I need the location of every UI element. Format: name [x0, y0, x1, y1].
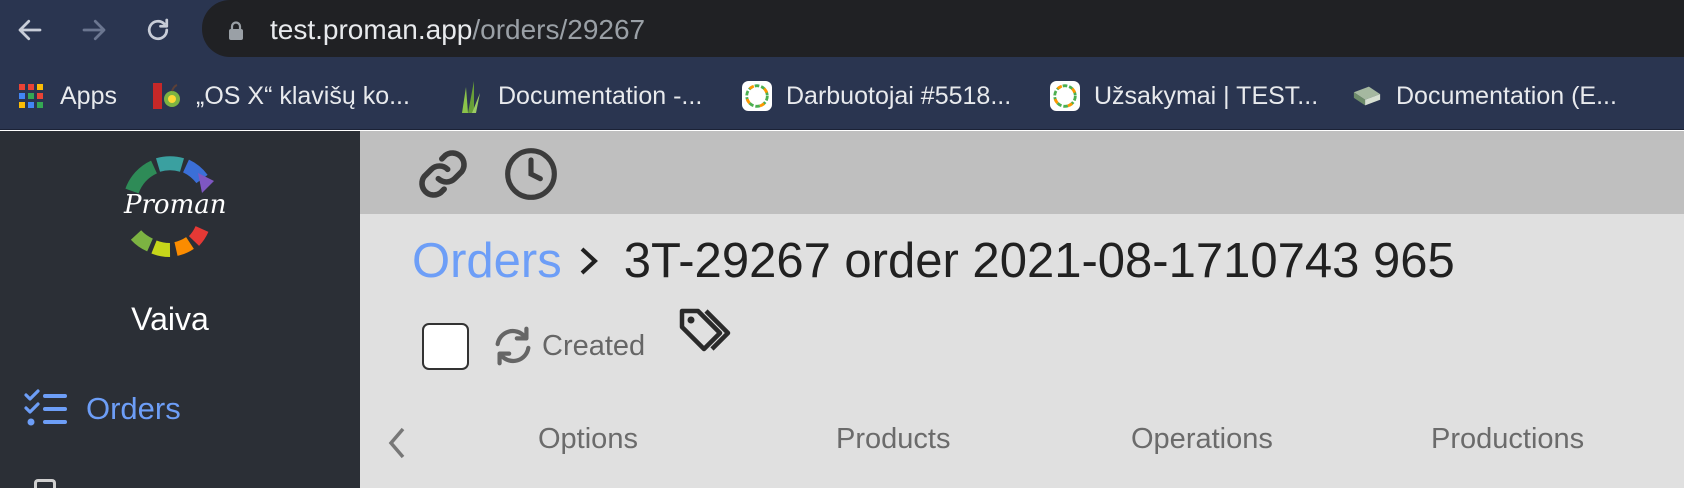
page-toolbar — [360, 131, 1684, 214]
bookmark-documentation-1[interactable]: Documentation -... — [454, 78, 702, 114]
bookmark-label: Apps — [60, 81, 117, 110]
select-checkbox[interactable] — [422, 323, 469, 370]
reload-button[interactable] — [138, 10, 178, 50]
main-content: Orders 3T-29267 order 2021-08-1710743 96… — [360, 131, 1684, 488]
sidebar-item-orders[interactable]: Orders — [24, 389, 181, 429]
link-icon — [419, 150, 467, 198]
back-arrow-icon — [18, 19, 42, 41]
user-name: Vaiva — [131, 301, 209, 337]
apps-grid-icon — [16, 81, 46, 111]
url-host: test.proman.app — [270, 14, 473, 45]
bookmark-label: „OS X“ klavišų ko... — [196, 81, 410, 110]
chevron-right-icon — [578, 245, 600, 277]
forward-arrow-icon — [82, 19, 106, 41]
mac-apple-icon — [152, 81, 182, 111]
bookmark-label: Darbuotojai #5518... — [786, 81, 1012, 110]
tags-icon[interactable] — [678, 305, 736, 359]
bookmarks-bar: Apps „OS X“ klavišų ko... Documentation … — [0, 62, 1684, 130]
tab-options[interactable]: Options — [538, 423, 638, 456]
sidebar-item-label: Orders — [86, 391, 181, 426]
bookmark-label: Užsakymai | TEST... — [1094, 81, 1319, 110]
bookmark-label: Documentation -... — [498, 81, 703, 110]
tab-products[interactable]: Products — [836, 423, 950, 456]
status-label: Created — [542, 329, 646, 362]
breadcrumb-orders-link[interactable]: Orders — [412, 233, 562, 289]
status-badge[interactable]: Created — [490, 323, 645, 369]
bookmark-darbuotojai[interactable]: Darbuotojai #5518... — [742, 78, 1011, 114]
tab-bar: Options Products Operations Productions — [360, 401, 1684, 488]
bookmark-documentation-2[interactable]: Documentation (E... — [1352, 78, 1617, 114]
tab-productions[interactable]: Productions — [1431, 423, 1584, 456]
browser-toolbar: test.proman.app/orders/29267 — [0, 0, 1684, 62]
sidebar: Proman Vaiva Orders — [0, 131, 360, 488]
proman-favicon-icon — [1050, 81, 1080, 111]
page-title: 3T-29267 order 2021-08-1710743 965 — [623, 234, 1455, 288]
sidebar-next-item-icon[interactable] — [34, 479, 56, 488]
logo-text: Proman — [124, 190, 227, 220]
url-text: test.proman.app/orders/29267 — [270, 14, 645, 46]
history-button[interactable] — [502, 145, 560, 203]
grass-icon — [454, 81, 484, 113]
tab-operations[interactable]: Operations — [1131, 423, 1273, 456]
proman-favicon-icon — [742, 81, 772, 111]
forward-button[interactable] — [74, 10, 114, 50]
url-path: /orders/29267 — [472, 14, 646, 45]
back-button[interactable] — [10, 10, 50, 50]
reload-icon — [147, 18, 169, 41]
bookmark-apps[interactable]: Apps — [16, 78, 117, 114]
lock-icon — [229, 21, 243, 40]
bookmark-osx-keys[interactable]: „OS X“ klavišų ko... — [152, 78, 410, 114]
chevron-left-icon — [388, 427, 405, 459]
link-button[interactable] — [414, 145, 472, 203]
book-icon — [1352, 81, 1382, 111]
bookmark-label: Documentation (E... — [1396, 81, 1617, 110]
checklist-icon — [24, 389, 67, 426]
bookmark-uzsakymai[interactable]: Užsakymai | TEST... — [1050, 78, 1318, 114]
clock-icon — [505, 148, 557, 200]
address-bar[interactable]: test.proman.app/orders/29267 — [202, 0, 1684, 57]
tabs-scroll-left-button[interactable] — [382, 423, 412, 463]
sync-icon — [495, 326, 531, 366]
breadcrumb: Orders 3T-29267 order 2021-08-1710743 96… — [412, 233, 1455, 289]
